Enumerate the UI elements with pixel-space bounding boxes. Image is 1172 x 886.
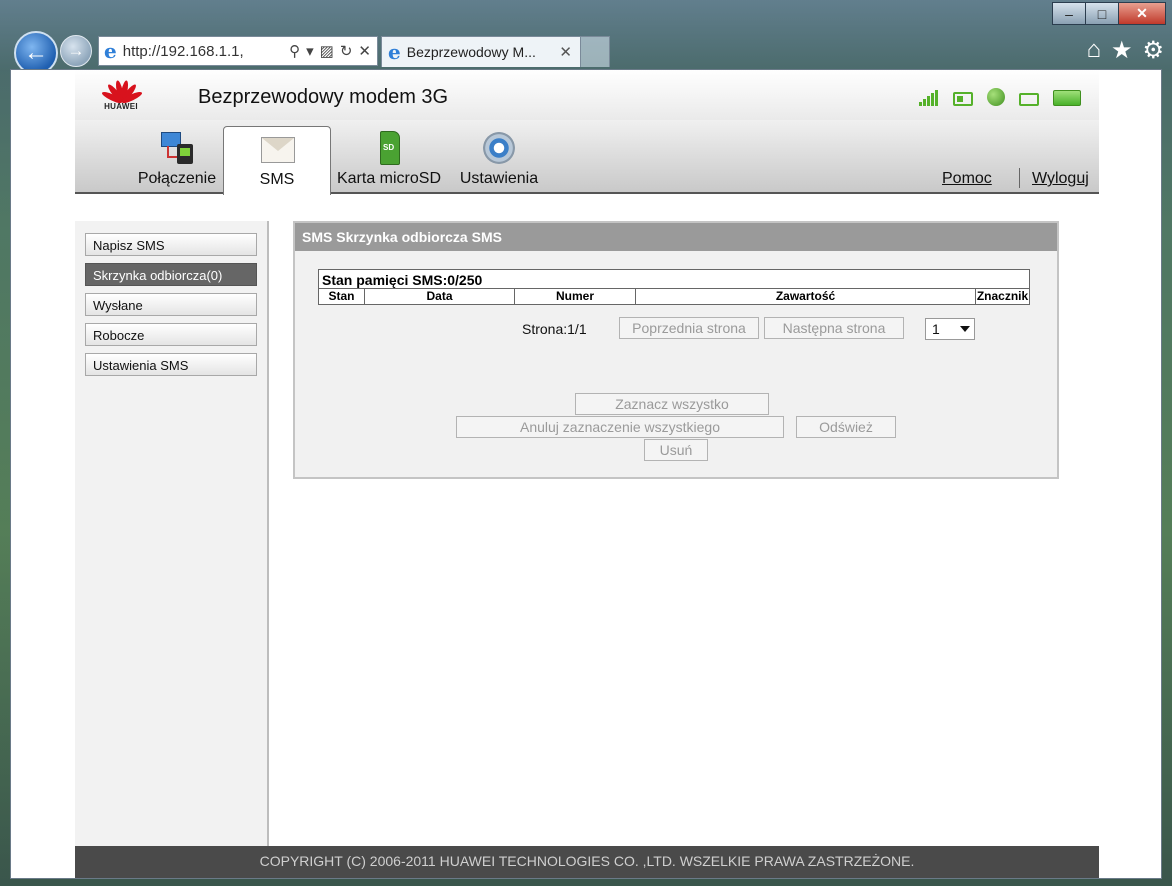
ie-logo-icon: e xyxy=(388,40,401,64)
close-window-button[interactable]: ✕ xyxy=(1118,2,1166,25)
connected-device-icon xyxy=(1019,93,1039,106)
search-icon[interactable]: ⚲ xyxy=(289,42,300,60)
globe-icon xyxy=(987,88,1005,106)
arrow-right-icon: → xyxy=(67,41,85,60)
panel-title: SMS Skrzynka odbiorcza SMS xyxy=(295,223,1057,251)
copyright-footer: COPYRIGHT (C) 2006-2011 HUAWEI TECHNOLOG… xyxy=(75,846,1099,878)
column-header: Zawartość xyxy=(636,289,976,304)
tab-title: Bezprzewodowy M... xyxy=(406,44,536,60)
tab-sms[interactable]: SMS xyxy=(223,126,331,195)
router-page: HUAWEI Bezprzewodowy modem 3G Połączenie… xyxy=(75,70,1099,878)
table-header: Stan Data Numer Zawartość Znacznik xyxy=(319,289,1029,304)
pagination: Strona:1/1 Poprzednia strona Następna st… xyxy=(295,317,1057,341)
favorites-star-icon[interactable]: ★ xyxy=(1111,36,1133,65)
gear-icon[interactable]: ⚙ xyxy=(1142,36,1164,65)
sd-card-icon xyxy=(371,130,407,166)
stop-icon[interactable]: ✕ xyxy=(358,42,371,60)
tab-label: Ustawienia xyxy=(459,170,539,187)
tab-settings[interactable]: Ustawienia xyxy=(455,130,543,192)
huawei-logo: HUAWEI xyxy=(99,76,144,111)
arrow-left-icon: ← xyxy=(24,39,48,66)
select-all-button[interactable]: Zaznacz wszystko xyxy=(575,393,769,415)
refresh-button[interactable]: Odśwież xyxy=(796,416,896,438)
status-icons xyxy=(905,88,1081,106)
main-tabs: Połączenie SMS Karta microSD Ustawienia … xyxy=(75,120,1099,195)
dropdown-icon[interactable]: ▾ xyxy=(306,42,314,60)
sms-sidebar: Napisz SMS Skrzynka odbiorcza(0) Wysłane… xyxy=(75,221,269,847)
page-select-value: 1 xyxy=(932,321,940,337)
page-title: Bezprzewodowy modem 3G xyxy=(198,86,449,108)
refresh-icon[interactable]: ↻ xyxy=(340,42,353,60)
browser-tab[interactable]: e Bezprzewodowy M... ✕ xyxy=(381,36,581,67)
logout-link[interactable]: Wyloguj xyxy=(1032,170,1089,188)
sidebar-item-write-sms[interactable]: Napisz SMS xyxy=(85,233,257,256)
forward-button[interactable]: → xyxy=(60,35,92,67)
next-page-button[interactable]: Następna strona xyxy=(764,317,904,339)
browser-tools: ⌂ ★ ⚙ xyxy=(1076,36,1164,65)
sms-table: Stan pamięci SMS:0/250 Stan Data Numer Z… xyxy=(318,269,1030,305)
close-tab-icon[interactable]: ✕ xyxy=(559,43,572,61)
sidebar-item-sent[interactable]: Wysłane xyxy=(85,293,257,316)
tab-microsd[interactable]: Karta microSD xyxy=(335,130,443,192)
network-connection-icon xyxy=(159,130,195,166)
column-header: Znacznik xyxy=(976,289,1029,303)
previous-page-button[interactable]: Poprzednia strona xyxy=(619,317,759,339)
chevron-down-icon xyxy=(960,326,970,332)
sidebar-item-sms-settings[interactable]: Ustawienia SMS xyxy=(85,353,257,376)
sidebar-item-inbox[interactable]: Skrzynka odbiorcza(0) xyxy=(85,263,257,286)
envelope-icon xyxy=(259,131,295,167)
delete-button[interactable]: Usuń xyxy=(644,439,708,461)
page-viewport: HUAWEI Bezprzewodowy modem 3G Połączenie… xyxy=(10,69,1162,879)
page-header: HUAWEI Bezprzewodowy modem 3G xyxy=(75,70,1099,121)
column-header: Stan xyxy=(319,289,365,304)
link-divider xyxy=(1019,168,1020,188)
sidebar-item-drafts[interactable]: Robocze xyxy=(85,323,257,346)
maximize-button[interactable]: □ xyxy=(1085,2,1119,25)
column-header: Numer xyxy=(515,289,636,304)
sms-storage-status: Stan pamięci SMS:0/250 xyxy=(319,270,1029,289)
help-link[interactable]: Pomoc xyxy=(942,170,992,188)
signal-strength-icon xyxy=(919,90,939,106)
address-bar[interactable]: e http://192.168.1.1, ⚲ ▾ ▨ ↻ ✕ xyxy=(98,36,378,66)
tab-label: SMS xyxy=(259,171,295,188)
tab-label: Karta microSD xyxy=(336,170,442,187)
page-indicator: Strona:1/1 xyxy=(522,321,587,337)
new-tab-button[interactable] xyxy=(580,36,610,67)
sim-card-icon xyxy=(953,92,973,106)
settings-gear-icon xyxy=(481,130,517,166)
tab-connection[interactable]: Połączenie xyxy=(123,130,231,192)
tab-label: Połączenie xyxy=(137,170,217,187)
url-text[interactable]: http://192.168.1.1, xyxy=(123,43,289,60)
compat-view-icon[interactable]: ▨ xyxy=(320,42,334,60)
window-controls: – □ ✕ xyxy=(1052,2,1166,25)
minimize-button[interactable]: – xyxy=(1052,2,1086,25)
home-icon[interactable]: ⌂ xyxy=(1086,36,1101,65)
huawei-petals-icon xyxy=(100,76,144,105)
ie-logo-icon: e xyxy=(104,39,117,63)
battery-icon xyxy=(1053,90,1081,106)
column-header: Data xyxy=(365,289,515,304)
inbox-panel: SMS Skrzynka odbiorcza SMS Stan pamięci … xyxy=(293,221,1059,479)
page-select[interactable]: 1 xyxy=(925,318,975,340)
deselect-all-button[interactable]: Anuluj zaznaczenie wszystkiego xyxy=(456,416,784,438)
